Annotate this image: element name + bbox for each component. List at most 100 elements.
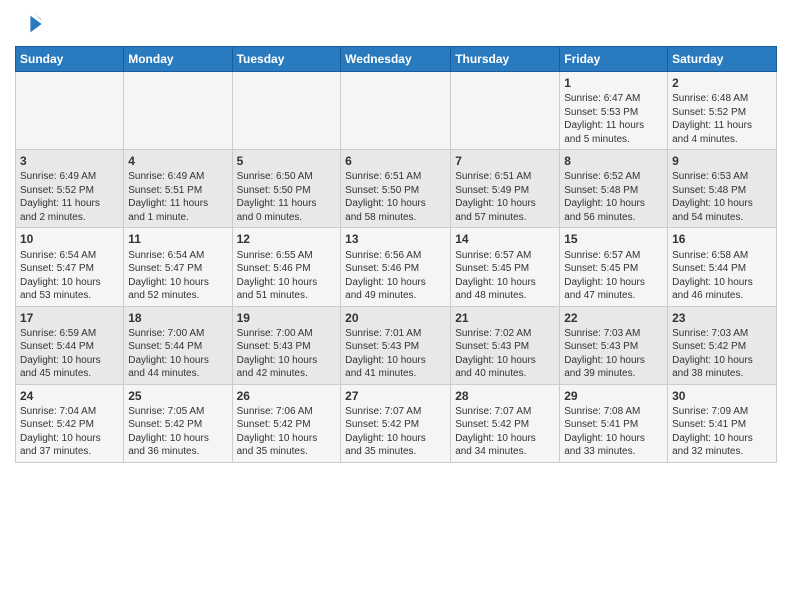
day-info-line: and 41 minutes. [345,367,446,381]
day-info-line: and 37 minutes. [20,445,119,459]
calendar-cell-4-3: 19Sunrise: 7:00 AMSunset: 5:43 PMDayligh… [232,306,341,384]
day-info-line: Daylight: 10 hours [128,432,227,446]
day-number: 22 [564,310,663,326]
day-info-line: Sunset: 5:45 PM [564,262,663,276]
day-info-line: Sunrise: 6:50 AM [237,170,337,184]
day-info-line: Sunset: 5:43 PM [237,340,337,354]
calendar-cell-2-3: 5Sunrise: 6:50 AMSunset: 5:50 PMDaylight… [232,150,341,228]
calendar-cell-1-6: 1Sunrise: 6:47 AMSunset: 5:53 PMDaylight… [560,72,668,150]
day-info-line: and 35 minutes. [237,445,337,459]
calendar-cell-3-3: 12Sunrise: 6:55 AMSunset: 5:46 PMDayligh… [232,228,341,306]
day-info-line: Daylight: 10 hours [672,197,772,211]
weekday-header-tuesday: Tuesday [232,47,341,72]
day-info-line: Sunset: 5:47 PM [20,262,119,276]
day-number: 15 [564,231,663,247]
day-info-line: Sunrise: 7:02 AM [455,327,555,341]
day-info-line: and 2 minutes. [20,211,119,225]
calendar-cell-4-2: 18Sunrise: 7:00 AMSunset: 5:44 PMDayligh… [124,306,232,384]
calendar-cell-3-1: 10Sunrise: 6:54 AMSunset: 5:47 PMDayligh… [16,228,124,306]
calendar-cell-2-5: 7Sunrise: 6:51 AMSunset: 5:49 PMDaylight… [451,150,560,228]
day-info-line: Sunrise: 7:00 AM [237,327,337,341]
calendar-cell-5-7: 30Sunrise: 7:09 AMSunset: 5:41 PMDayligh… [668,384,777,462]
logo-icon [15,10,43,38]
day-info-line: Daylight: 10 hours [564,432,663,446]
day-info-line: Daylight: 11 hours [20,197,119,211]
weekday-header-saturday: Saturday [668,47,777,72]
day-number: 26 [237,388,337,404]
calendar-cell-4-7: 23Sunrise: 7:03 AMSunset: 5:42 PMDayligh… [668,306,777,384]
day-number: 14 [455,231,555,247]
day-info-line: Sunrise: 6:57 AM [564,249,663,263]
day-info-line: Sunset: 5:44 PM [128,340,227,354]
weekday-header-monday: Monday [124,47,232,72]
day-info-line: Daylight: 10 hours [237,354,337,368]
day-info-line: Sunset: 5:44 PM [20,340,119,354]
day-info-line: Sunrise: 6:57 AM [455,249,555,263]
day-number: 25 [128,388,227,404]
week-row-3: 10Sunrise: 6:54 AMSunset: 5:47 PMDayligh… [16,228,777,306]
day-info-line: Sunrise: 7:01 AM [345,327,446,341]
day-info-line: Sunrise: 7:04 AM [20,405,119,419]
day-info-line: Sunrise: 6:56 AM [345,249,446,263]
day-info-line: and 45 minutes. [20,367,119,381]
calendar-cell-2-1: 3Sunrise: 6:49 AMSunset: 5:52 PMDaylight… [16,150,124,228]
day-info-line: and 4 minutes. [672,133,772,147]
day-info-line: Sunset: 5:53 PM [564,106,663,120]
day-info-line: Sunset: 5:41 PM [672,418,772,432]
day-info-line: and 33 minutes. [564,445,663,459]
day-info-line: Sunset: 5:42 PM [455,418,555,432]
calendar-cell-2-4: 6Sunrise: 6:51 AMSunset: 5:50 PMDaylight… [341,150,451,228]
day-info-line: Sunset: 5:50 PM [345,184,446,198]
day-number: 1 [564,75,663,91]
day-number: 24 [20,388,119,404]
calendar-cell-2-2: 4Sunrise: 6:49 AMSunset: 5:51 PMDaylight… [124,150,232,228]
logo [15,10,47,38]
day-info-line: Sunrise: 6:47 AM [564,92,663,106]
day-info-line: and 42 minutes. [237,367,337,381]
day-info-line: Daylight: 10 hours [672,432,772,446]
day-info-line: and 38 minutes. [672,367,772,381]
calendar-cell-5-3: 26Sunrise: 7:06 AMSunset: 5:42 PMDayligh… [232,384,341,462]
day-info-line: Sunrise: 7:07 AM [455,405,555,419]
day-info-line: and 1 minute. [128,211,227,225]
day-number: 2 [672,75,772,91]
day-info-line: and 58 minutes. [345,211,446,225]
day-number: 19 [237,310,337,326]
day-info-line: Sunrise: 7:03 AM [564,327,663,341]
day-info-line: Daylight: 10 hours [20,354,119,368]
day-info-line: Daylight: 10 hours [455,197,555,211]
day-info-line: Sunset: 5:43 PM [345,340,446,354]
day-info-line: Sunset: 5:49 PM [455,184,555,198]
day-info-line: Sunrise: 6:51 AM [455,170,555,184]
day-info-line: Daylight: 10 hours [20,276,119,290]
calendar-cell-3-7: 16Sunrise: 6:58 AMSunset: 5:44 PMDayligh… [668,228,777,306]
day-number: 10 [20,231,119,247]
calendar-cell-5-5: 28Sunrise: 7:07 AMSunset: 5:42 PMDayligh… [451,384,560,462]
day-info-line: Sunset: 5:43 PM [564,340,663,354]
day-info-line: Daylight: 10 hours [455,354,555,368]
calendar-cell-1-4 [341,72,451,150]
day-info-line: and 47 minutes. [564,289,663,303]
calendar-cell-2-7: 9Sunrise: 6:53 AMSunset: 5:48 PMDaylight… [668,150,777,228]
calendar-table: SundayMondayTuesdayWednesdayThursdayFrid… [15,46,777,463]
day-info-line: Daylight: 10 hours [237,432,337,446]
day-info-line: and 54 minutes. [672,211,772,225]
day-info-line: Sunrise: 6:55 AM [237,249,337,263]
day-info-line: Sunrise: 6:58 AM [672,249,772,263]
day-info-line: Sunrise: 6:49 AM [20,170,119,184]
day-number: 8 [564,153,663,169]
day-number: 30 [672,388,772,404]
calendar-cell-4-1: 17Sunrise: 6:59 AMSunset: 5:44 PMDayligh… [16,306,124,384]
calendar-cell-3-6: 15Sunrise: 6:57 AMSunset: 5:45 PMDayligh… [560,228,668,306]
day-info-line: Daylight: 10 hours [345,276,446,290]
day-info-line: Daylight: 10 hours [345,354,446,368]
day-info-line: and 0 minutes. [237,211,337,225]
day-info-line: Sunset: 5:42 PM [237,418,337,432]
day-info-line: Sunset: 5:46 PM [237,262,337,276]
day-info-line: Sunset: 5:43 PM [455,340,555,354]
day-info-line: and 35 minutes. [345,445,446,459]
week-row-5: 24Sunrise: 7:04 AMSunset: 5:42 PMDayligh… [16,384,777,462]
weekday-header-thursday: Thursday [451,47,560,72]
calendar-cell-3-2: 11Sunrise: 6:54 AMSunset: 5:47 PMDayligh… [124,228,232,306]
day-info-line: and 46 minutes. [672,289,772,303]
